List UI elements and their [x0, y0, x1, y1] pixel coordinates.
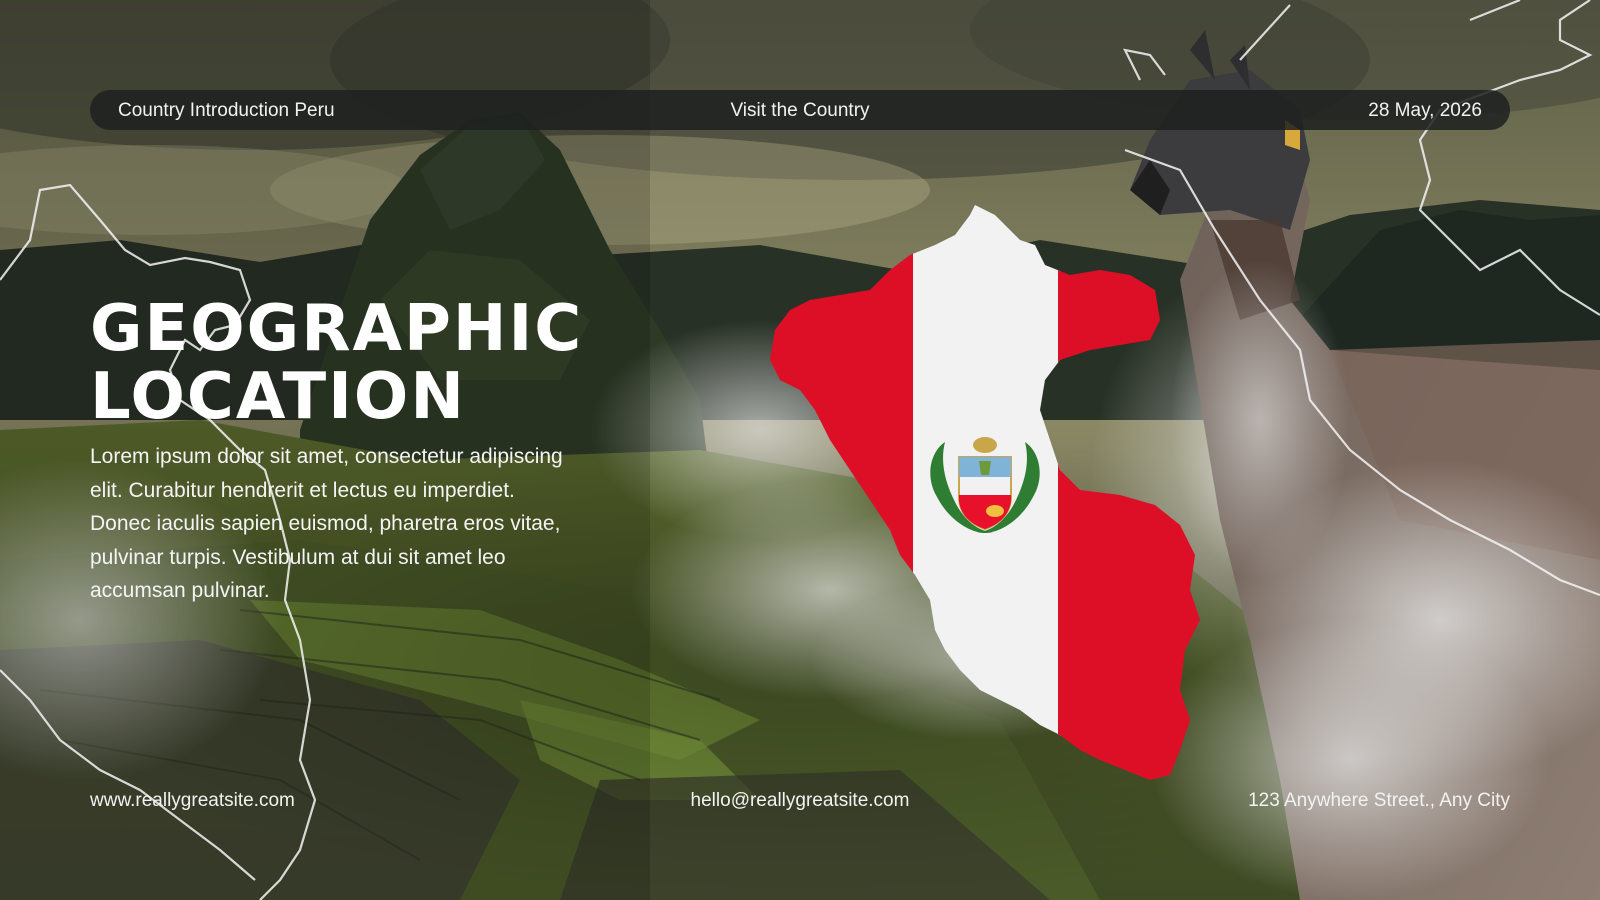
- slide: Country Introduction Peru Visit the Coun…: [0, 0, 1600, 900]
- body-paragraph: Lorem ipsum dolor sit amet, consectetur …: [90, 445, 563, 602]
- slide-title: GEOGRAPHIC LOCATION: [90, 295, 583, 431]
- title-line-2: LOCATION: [90, 360, 466, 434]
- presentation-date: 28 May, 2026: [1368, 100, 1482, 121]
- section-label: Visit the Country: [730, 100, 870, 121]
- footer-address: 123 Anywhere Street., Any City: [1248, 790, 1510, 811]
- top-info-bar: Country Introduction Peru Visit the Coun…: [90, 90, 1510, 130]
- title-line-1: GEOGRAPHIC: [90, 292, 584, 366]
